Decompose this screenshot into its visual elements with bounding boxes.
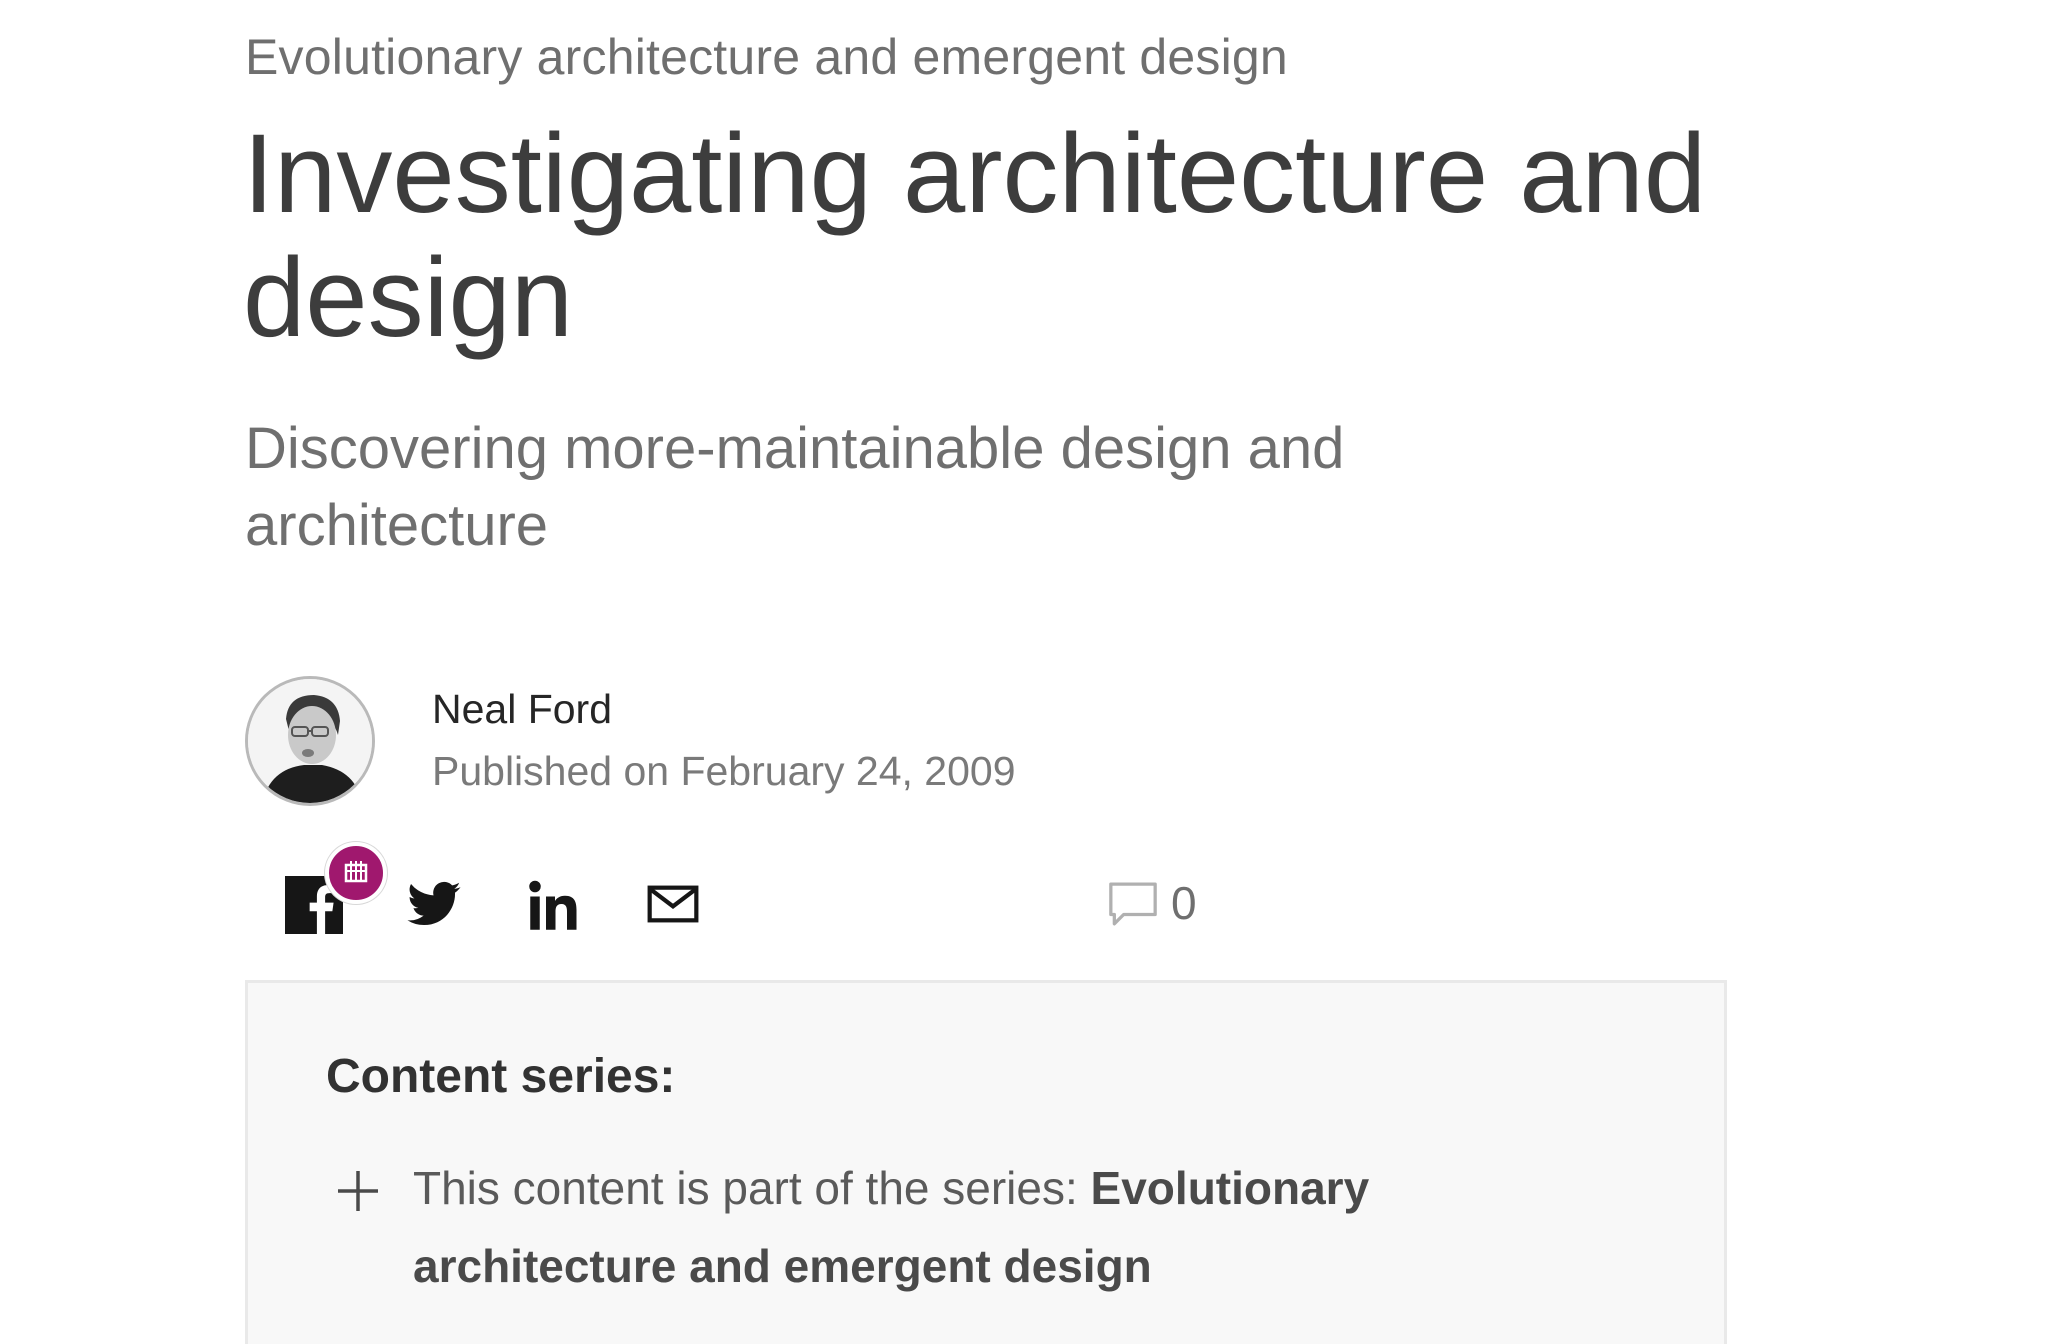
page-title: Investigating architecture and design [243, 111, 1707, 360]
comment-icon [1109, 882, 1157, 926]
content-series-panel: Content series: This content is part of … [245, 980, 1727, 1344]
linkedin-icon[interactable] [525, 876, 585, 936]
publish-date: Published on February 24, 2009 [432, 748, 1016, 794]
author-avatar[interactable] [245, 676, 375, 806]
article-subtitle: Discovering more-maintainable design and… [245, 416, 1345, 558]
twitter-icon[interactable] [405, 876, 465, 936]
comment-count: 0 [1171, 877, 1197, 929]
plus-icon[interactable] [336, 1169, 380, 1213]
author-name-link[interactable]: Neal Ford [432, 686, 612, 733]
content-series-heading: Content series: [326, 1050, 676, 1103]
share-bar: 0 [245, 840, 1725, 940]
series-intro-text: This content is part of the series: [413, 1162, 1091, 1214]
comments-link[interactable]: 0 [1105, 876, 1197, 936]
calendar-badge-icon [325, 842, 387, 904]
author-block: Neal Ford Published on February 24, 2009 [245, 676, 1145, 806]
author-photo-icon [248, 679, 372, 803]
content-series-description: This content is part of the series: Evol… [413, 1149, 1493, 1305]
article-page: Evolutionary architecture and emergent d… [0, 0, 2049, 1344]
email-icon[interactable] [645, 876, 705, 936]
series-eyebrow-link[interactable]: Evolutionary architecture and emergent d… [245, 28, 1288, 86]
